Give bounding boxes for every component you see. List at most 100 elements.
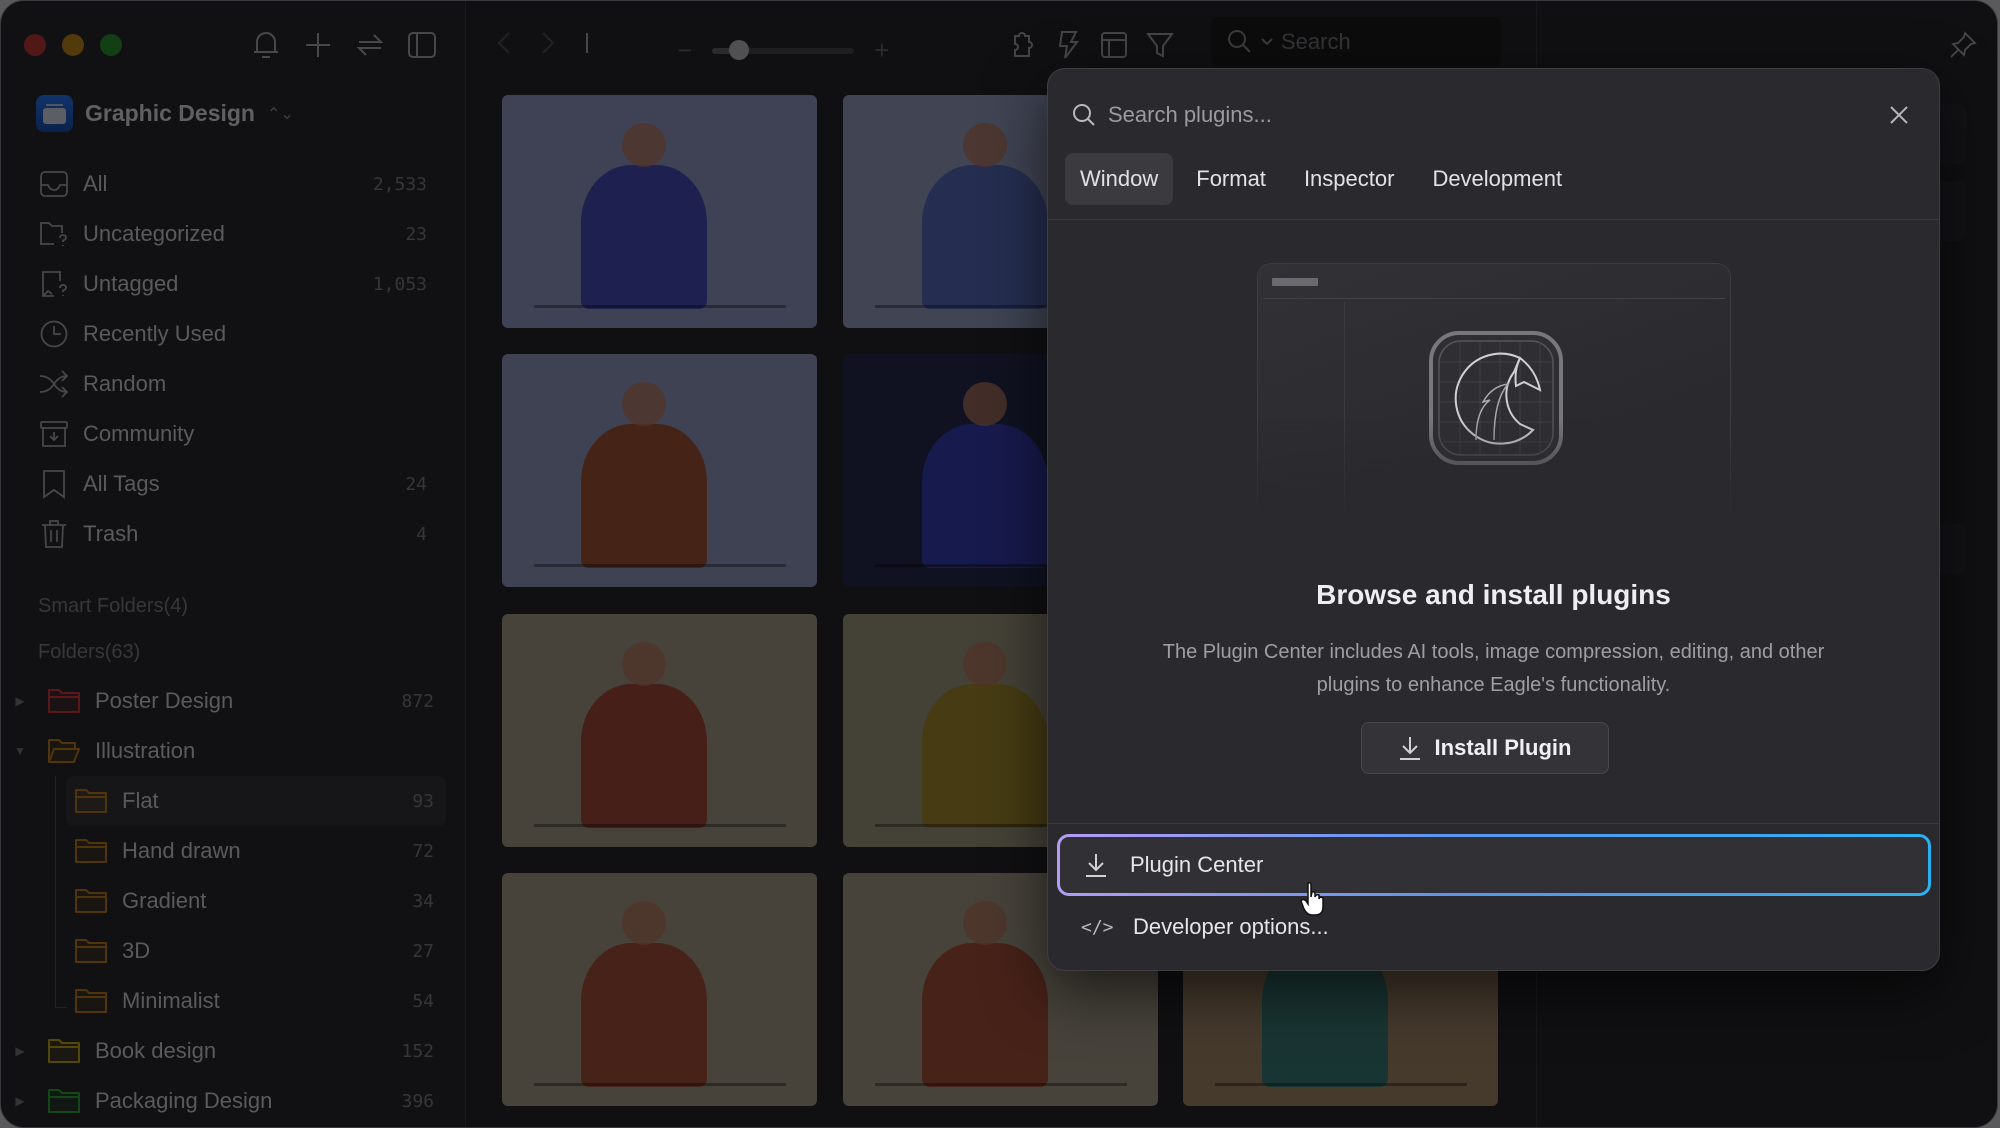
sidebar-item-recently-used[interactable]: Recently Used: [29, 309, 439, 359]
thumbnail[interactable]: [502, 873, 817, 1106]
illustration-head: [962, 122, 1007, 168]
layout-button[interactable]: [1099, 29, 1129, 61]
search-input[interactable]: [1281, 29, 1461, 55]
caret-right-icon[interactable]: ▶: [11, 694, 29, 708]
folder-item[interactable]: Minimalist 54: [66, 976, 446, 1026]
bookmark-icon: [43, 470, 65, 499]
zoom-slider-track[interactable]: [712, 39, 855, 60]
app-window: Graphic Design ⌃⌄ All 2,533 Uncategorize…: [0, 0, 1998, 1128]
sync-button[interactable]: [355, 29, 385, 61]
window-controls: [24, 34, 122, 56]
code-icon: </>: [1081, 916, 1114, 938]
folder-icon: [48, 689, 80, 713]
illustration-figure: [921, 683, 1048, 829]
pin-button[interactable]: [1949, 31, 1977, 64]
library-name: Graphic Design: [85, 100, 255, 126]
plus-icon: [306, 33, 330, 57]
plugin-center-menu-item[interactable]: Plugin Center: [1057, 834, 1931, 896]
folder-item[interactable]: ▶ Poster Design 872: [11, 676, 446, 726]
divider: [1048, 219, 1939, 220]
tab-format[interactable]: Format: [1181, 153, 1281, 205]
chevron-left-icon: [497, 32, 510, 54]
plugin-search-input[interactable]: [1108, 102, 1871, 128]
close-icon: [1890, 106, 1908, 124]
folder-icon: [75, 789, 107, 813]
plugin-title: Browse and install plugins: [1316, 579, 1671, 610]
sidebar-nav: All 2,533 Uncategorized 23 Untagged 1,05…: [29, 159, 439, 559]
folder-icon: [75, 939, 107, 963]
zoom-slider-thumb[interactable]: [729, 39, 750, 60]
thumbnail[interactable]: [502, 95, 817, 328]
folder-item[interactable]: ▶ Packaging Design 396: [11, 1076, 446, 1126]
folder-item[interactable]: Hand drawn 72: [66, 826, 446, 876]
folder-tree: ▶ Poster Design 872 ▼ Illustration Flat 93 Hand…: [11, 676, 446, 1126]
folder-item[interactable]: ▼ Illustration: [11, 726, 446, 776]
lightning-icon: [1058, 31, 1079, 59]
illustration-head: [621, 381, 666, 427]
sidebar-item-all[interactable]: All 2,533: [29, 159, 439, 209]
developer-options-menu-item[interactable]: </> Developer options...: [1057, 896, 1931, 958]
filter-button[interactable]: [1145, 29, 1175, 61]
close-button[interactable]: [1883, 99, 1915, 131]
minimize-window-button[interactable]: [62, 34, 84, 56]
sidebar-item-untagged[interactable]: Untagged 1,053: [29, 259, 439, 309]
sidebar-item-random[interactable]: Random: [29, 359, 439, 409]
tab-inspector[interactable]: Inspector: [1289, 153, 1410, 205]
folder-icon: [75, 889, 107, 913]
caret-down-icon[interactable]: ▼: [11, 744, 29, 758]
illustration-ground: [533, 1082, 786, 1086]
back-button[interactable]: [497, 31, 511, 60]
illustration-head: [962, 381, 1007, 427]
folder-item[interactable]: Flat 93: [66, 776, 446, 826]
library-icon: [36, 95, 73, 132]
actions-button[interactable]: [1053, 29, 1083, 61]
illustration-figure: [921, 942, 1048, 1088]
folder-icon: [48, 1039, 80, 1063]
plugin-category-tabs: Window Format Inspector Development: [1065, 153, 1577, 205]
folder-icon: [75, 989, 107, 1013]
sidebar-toolbar: [251, 29, 437, 61]
add-button[interactable]: [303, 29, 333, 61]
folder-icon: [75, 839, 107, 863]
notifications-button[interactable]: [251, 29, 281, 61]
archive-download-icon: [40, 421, 68, 447]
chevron-updown-icon: ⌃⌄: [266, 105, 294, 123]
caret-right-icon[interactable]: ▶: [11, 1094, 29, 1108]
zoom-out-button[interactable]: −: [677, 35, 692, 66]
toolbar-separator: [585, 33, 589, 58]
zoom-in-button[interactable]: +: [874, 35, 889, 66]
illustration-head: [962, 900, 1007, 946]
plugin-window-illustration: [1257, 263, 1731, 523]
smart-folders-header[interactable]: Smart Folders(4): [38, 595, 188, 618]
illustration-ground: [874, 1082, 1127, 1086]
install-plugin-button[interactable]: Install Plugin: [1361, 722, 1609, 774]
sidebar-item-all-tags[interactable]: All Tags 24: [29, 459, 439, 509]
forward-button[interactable]: [541, 31, 555, 60]
sidebar-toggle-icon: [408, 32, 436, 58]
thumbnail[interactable]: [502, 354, 817, 587]
toggle-sidebar-button[interactable]: [407, 29, 437, 61]
folder-item[interactable]: ▶ Book design 152: [11, 1026, 446, 1076]
sidebar-item-community[interactable]: Community: [29, 409, 439, 459]
sidebar-item-trash[interactable]: Trash 4: [29, 509, 439, 559]
illustration-figure: [921, 423, 1048, 569]
library-switcher[interactable]: Graphic Design ⌃⌄: [36, 95, 294, 132]
plugins-button[interactable]: [1007, 29, 1037, 61]
illustration-ground: [533, 304, 786, 308]
tab-development[interactable]: Development: [1417, 153, 1577, 205]
caret-right-icon[interactable]: ▶: [11, 1044, 29, 1058]
tab-window[interactable]: Window: [1065, 153, 1174, 205]
folder-item[interactable]: Gradient 34: [66, 876, 446, 926]
bell-icon: [254, 32, 278, 58]
sidebar-item-uncategorized[interactable]: Uncategorized 23: [29, 209, 439, 259]
folder-item[interactable]: 3D 27: [66, 926, 446, 976]
illustration-figure: [580, 942, 707, 1088]
divider: [1048, 823, 1939, 824]
illustration-figure: [580, 423, 707, 569]
zoom-window-button[interactable]: [100, 34, 122, 56]
thumbnail[interactable]: [502, 614, 817, 847]
folders-header[interactable]: Folders(63): [38, 641, 140, 664]
illustration-figure: [580, 683, 707, 829]
folder-icon: [48, 739, 80, 763]
close-window-button[interactable]: [24, 34, 46, 56]
